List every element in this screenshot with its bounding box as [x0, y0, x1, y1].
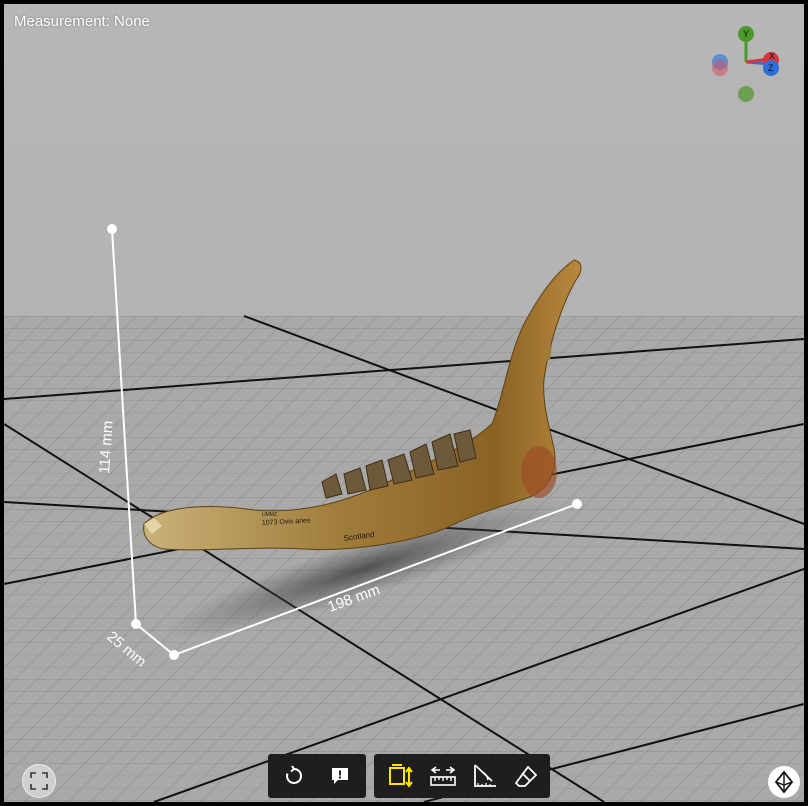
bounding-box-dimensions-icon — [389, 764, 413, 788]
rotate-reset-icon — [286, 765, 303, 784]
dimension-handle — [131, 619, 141, 629]
3d-scene[interactable]: UMMZ 1073 Ovis aries Scotland 114 mm 198… — [4, 4, 804, 802]
view-toolbar — [268, 754, 366, 798]
model-viewer[interactable]: UMMZ 1073 Ovis aries Scotland 114 mm 198… — [0, 0, 808, 806]
eraser-icon — [514, 765, 538, 787]
axis-x-label: X — [769, 51, 775, 61]
ar-view-button[interactable] — [768, 766, 800, 798]
measure-toolbar — [374, 754, 550, 798]
dimensions-tool-button[interactable] — [388, 762, 414, 790]
erase-tool-button[interactable] — [514, 762, 538, 790]
axis-z-label: Z — [768, 63, 774, 73]
distance-tool-button[interactable] — [430, 762, 456, 790]
angle-tool-button[interactable] — [472, 762, 498, 790]
dimension-handle — [572, 499, 582, 509]
dimension-handle — [169, 650, 179, 660]
axis-y-label: Y — [743, 29, 749, 39]
backdrop — [4, 4, 804, 324]
ruler-distance-icon — [430, 766, 456, 786]
measurement-status: Measurement: None — [14, 13, 150, 30]
fullscreen-button[interactable] — [22, 764, 56, 798]
axis-neg-x-handle — [712, 60, 728, 76]
dimension-handle — [107, 224, 117, 234]
axis-neg-y-handle — [738, 86, 754, 102]
specimen-label-line-1: UMMZ — [262, 512, 277, 518]
exclamation-bubble-icon — [332, 768, 348, 784]
reset-view-button[interactable] — [280, 762, 308, 790]
angle-ruler-icon — [474, 764, 496, 787]
fullscreen-icon — [30, 772, 48, 790]
ar-cube-icon — [774, 770, 794, 794]
report-issue-button[interactable] — [326, 762, 354, 790]
